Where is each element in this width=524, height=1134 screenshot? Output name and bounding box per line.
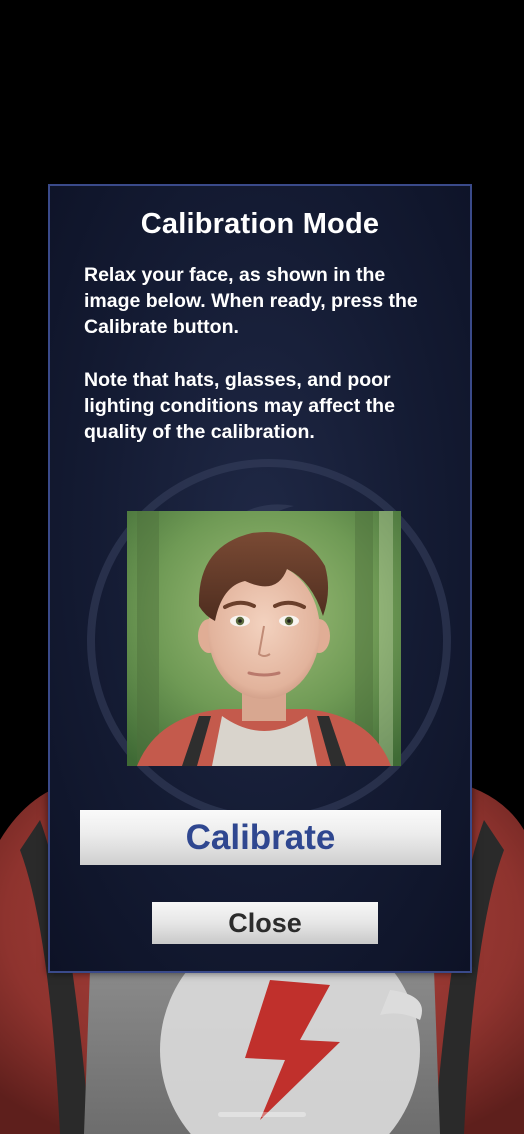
dialog-title: Calibration Mode (140, 208, 380, 240)
calibration-dialog: Calibration Mode Relax your face, as sho… (48, 184, 472, 973)
calibrate-button[interactable]: Calibrate (80, 810, 441, 865)
avatar-face-icon (127, 511, 401, 766)
close-button[interactable]: Close (152, 902, 378, 944)
app-screen: Calibration Mode Relax your face, as sho… (0, 0, 524, 1134)
reference-face-image (127, 511, 401, 766)
instructions-text: Relax your face, as shown in the image b… (84, 264, 418, 338)
note-text: Note that hats, glasses, and poor lighti… (84, 369, 395, 443)
home-indicator (218, 1112, 306, 1117)
